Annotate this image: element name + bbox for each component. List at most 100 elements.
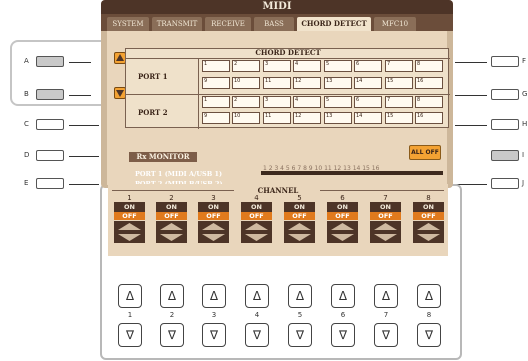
- side-button-row-c: C: [0, 119, 105, 131]
- channel-off-5[interactable]: OFF: [284, 212, 315, 220]
- down-button-7[interactable]: ∇: [374, 323, 398, 347]
- channel-on-8[interactable]: ON: [413, 202, 444, 212]
- chord-cell-p2-ch4[interactable]: 4: [293, 96, 321, 108]
- button-number-6: 6: [340, 311, 346, 319]
- down-button-3[interactable]: ∇: [202, 323, 226, 347]
- side-label-f: F: [522, 57, 527, 65]
- chord-cell-p2-ch3[interactable]: 3: [263, 96, 291, 108]
- down-button-8[interactable]: ∇: [417, 323, 441, 347]
- down-button-2[interactable]: ∇: [160, 323, 184, 347]
- chord-cell-p1-ch6[interactable]: 6: [354, 60, 382, 72]
- side-button-row-b: B: [0, 89, 105, 101]
- channel-off-4[interactable]: OFF: [241, 212, 272, 220]
- channel-off-8[interactable]: OFF: [413, 212, 444, 220]
- channel-arrows-2[interactable]: [156, 221, 187, 243]
- channel-on-4[interactable]: ON: [241, 202, 272, 212]
- channel-arrows-7[interactable]: [370, 221, 401, 243]
- chord-cell-p1-ch2[interactable]: 2: [232, 60, 260, 72]
- channel-on-5[interactable]: ON: [284, 202, 315, 212]
- channel-off-1[interactable]: OFF: [114, 212, 145, 220]
- chord-cell-p1-ch1[interactable]: 1: [202, 60, 230, 72]
- chord-cell-p1-ch12[interactable]: 12: [293, 77, 321, 89]
- channel-arrows-8[interactable]: [413, 221, 444, 243]
- up-button-8[interactable]: Δ: [417, 284, 441, 308]
- channel-off-2[interactable]: OFF: [156, 212, 187, 220]
- all-off-button[interactable]: ALL OFF: [409, 145, 441, 160]
- up-button-3[interactable]: Δ: [202, 284, 226, 308]
- side-button-h[interactable]: [491, 119, 519, 130]
- chord-cell-p2-ch7[interactable]: 7: [385, 96, 413, 108]
- chord-cell-p1-ch7[interactable]: 7: [385, 60, 413, 72]
- up-button-1[interactable]: Δ: [118, 284, 142, 308]
- side-button-b[interactable]: [36, 89, 64, 100]
- up-button-7[interactable]: Δ: [374, 284, 398, 308]
- rx-monitor-port-1-label: PORT 1 (MIDI A/USB 1): [135, 170, 223, 178]
- down-button-5[interactable]: ∇: [288, 323, 312, 347]
- side-button-g[interactable]: [491, 89, 519, 100]
- side-button-row-j: J: [455, 178, 528, 190]
- chord-cell-p2-ch13[interactable]: 13: [324, 112, 352, 124]
- chord-cell-p1-ch3[interactable]: 3: [263, 60, 291, 72]
- channel-arrows-4[interactable]: [241, 221, 272, 243]
- tab-chord-detect[interactable]: CHORD DETECT: [297, 17, 371, 31]
- chord-cell-p2-ch9[interactable]: 9: [202, 112, 230, 124]
- up-button-6[interactable]: Δ: [331, 284, 355, 308]
- channel-off-6[interactable]: OFF: [327, 212, 358, 220]
- channel-on-7[interactable]: ON: [370, 202, 401, 212]
- side-button-f[interactable]: [491, 56, 519, 67]
- port-1-label: PORT 1: [138, 72, 168, 81]
- side-label-h: H: [522, 120, 528, 128]
- side-button-c[interactable]: [36, 119, 64, 130]
- channel-on-2[interactable]: ON: [156, 202, 187, 212]
- chord-cell-p2-ch5[interactable]: 5: [324, 96, 352, 108]
- tab-mfc10[interactable]: MFC10: [374, 17, 416, 31]
- channel-on-3[interactable]: ON: [198, 202, 229, 212]
- chord-cell-p2-ch8[interactable]: 8: [415, 96, 443, 108]
- channel-on-1[interactable]: ON: [114, 202, 145, 212]
- side-button-j[interactable]: [491, 178, 519, 189]
- chord-cell-p1-ch8[interactable]: 8: [415, 60, 443, 72]
- chord-cell-p1-ch10[interactable]: 10: [232, 77, 260, 89]
- up-button-2[interactable]: Δ: [160, 284, 184, 308]
- down-button-4[interactable]: ∇: [245, 323, 269, 347]
- chord-cell-p1-ch11[interactable]: 11: [263, 77, 291, 89]
- channel-number-4: 4: [254, 194, 259, 202]
- chord-cell-p1-ch5[interactable]: 5: [324, 60, 352, 72]
- chord-cell-p2-ch16[interactable]: 16: [415, 112, 443, 124]
- up-button-5[interactable]: Δ: [288, 284, 312, 308]
- tab-system[interactable]: SYSTEM: [107, 17, 149, 31]
- channel-arrows-1[interactable]: [114, 221, 145, 243]
- channel-arrows-5[interactable]: [284, 221, 315, 243]
- chord-cell-p1-ch9[interactable]: 9: [202, 77, 230, 89]
- side-button-e[interactable]: [36, 178, 64, 189]
- tab-transmit[interactable]: TRANSMIT: [152, 17, 202, 31]
- chord-cell-p1-ch13[interactable]: 13: [324, 77, 352, 89]
- side-button-i[interactable]: [491, 150, 519, 161]
- chord-cell-p2-ch6[interactable]: 6: [354, 96, 382, 108]
- channel-arrows-6[interactable]: [327, 221, 358, 243]
- channel-off-3[interactable]: OFF: [198, 212, 229, 220]
- chord-cell-p1-ch15[interactable]: 15: [385, 77, 413, 89]
- down-button-1[interactable]: ∇: [118, 323, 142, 347]
- chord-cell-p2-ch11[interactable]: 11: [263, 112, 291, 124]
- chord-cell-p2-ch15[interactable]: 15: [385, 112, 413, 124]
- chord-cell-p1-ch4[interactable]: 4: [293, 60, 321, 72]
- tab-receive[interactable]: RECEIVE: [205, 17, 251, 31]
- channel-on-6[interactable]: ON: [327, 202, 358, 212]
- side-button-d[interactable]: [36, 150, 64, 161]
- channel-off-7[interactable]: OFF: [370, 212, 401, 220]
- chord-cell-p1-ch16[interactable]: 16: [415, 77, 443, 89]
- channel-arrows-3[interactable]: [198, 221, 229, 243]
- chord-cell-p2-ch1[interactable]: 1: [202, 96, 230, 108]
- chord-cell-p2-ch14[interactable]: 14: [354, 112, 382, 124]
- side-button-a[interactable]: [36, 56, 64, 67]
- chord-cell-p1-ch14[interactable]: 14: [354, 77, 382, 89]
- side-button-row-d: D: [0, 150, 105, 162]
- up-button-4[interactable]: Δ: [245, 284, 269, 308]
- tab-bass[interactable]: BASS: [254, 17, 294, 31]
- down-button-6[interactable]: ∇: [331, 323, 355, 347]
- chord-cell-p2-ch12[interactable]: 12: [293, 112, 321, 124]
- side-label-d: D: [24, 151, 30, 159]
- chord-cell-p2-ch2[interactable]: 2: [232, 96, 260, 108]
- chord-cell-p2-ch10[interactable]: 10: [232, 112, 260, 124]
